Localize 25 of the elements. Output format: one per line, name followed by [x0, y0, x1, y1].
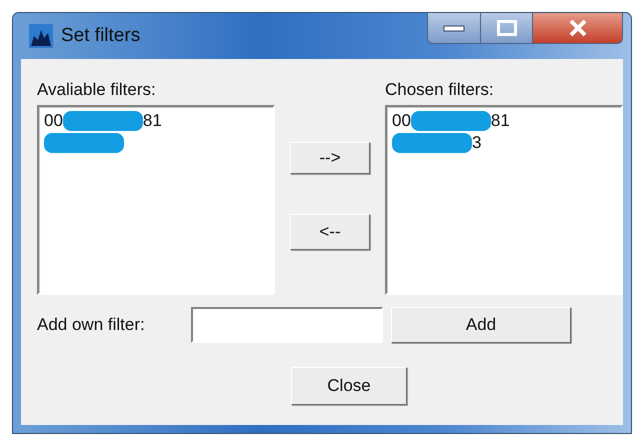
list-item[interactable]: 00 81 — [392, 110, 616, 132]
filter-list[interactable]: 00 81 — [37, 104, 275, 294]
minimize-button[interactable] — [428, 13, 480, 43]
close-button[interactable] — [532, 13, 622, 43]
item-text: 81 — [142, 110, 162, 130]
item-text: 00 — [44, 110, 63, 130]
item-text: 81 — [490, 110, 510, 130]
window-title: Set filters — [61, 24, 140, 48]
add-button[interactable]: Add — [391, 306, 571, 342]
move-right-button[interactable]: --> — [290, 142, 370, 174]
close-dialog-button[interactable]: Close — [291, 366, 407, 404]
item-text: 3 — [472, 132, 482, 152]
minimize-icon — [443, 24, 465, 32]
list-label: Chosen filters: — [385, 79, 495, 101]
field-label: Add own filter: — [37, 314, 146, 336]
filter-input-field[interactable] — [191, 306, 383, 342]
app-icon — [29, 24, 53, 48]
item-text: 00 — [392, 110, 411, 130]
close-icon — [568, 19, 588, 37]
list-item[interactable]: 00 81 — [44, 110, 268, 132]
filter-list[interactable]: 00 81 3 — [385, 104, 623, 294]
move-left-button[interactable]: <-- — [290, 214, 370, 250]
maximize-icon — [496, 20, 516, 36]
list-label: Avaliable filters: — [37, 79, 157, 101]
list-item[interactable]: 3 — [392, 132, 616, 154]
